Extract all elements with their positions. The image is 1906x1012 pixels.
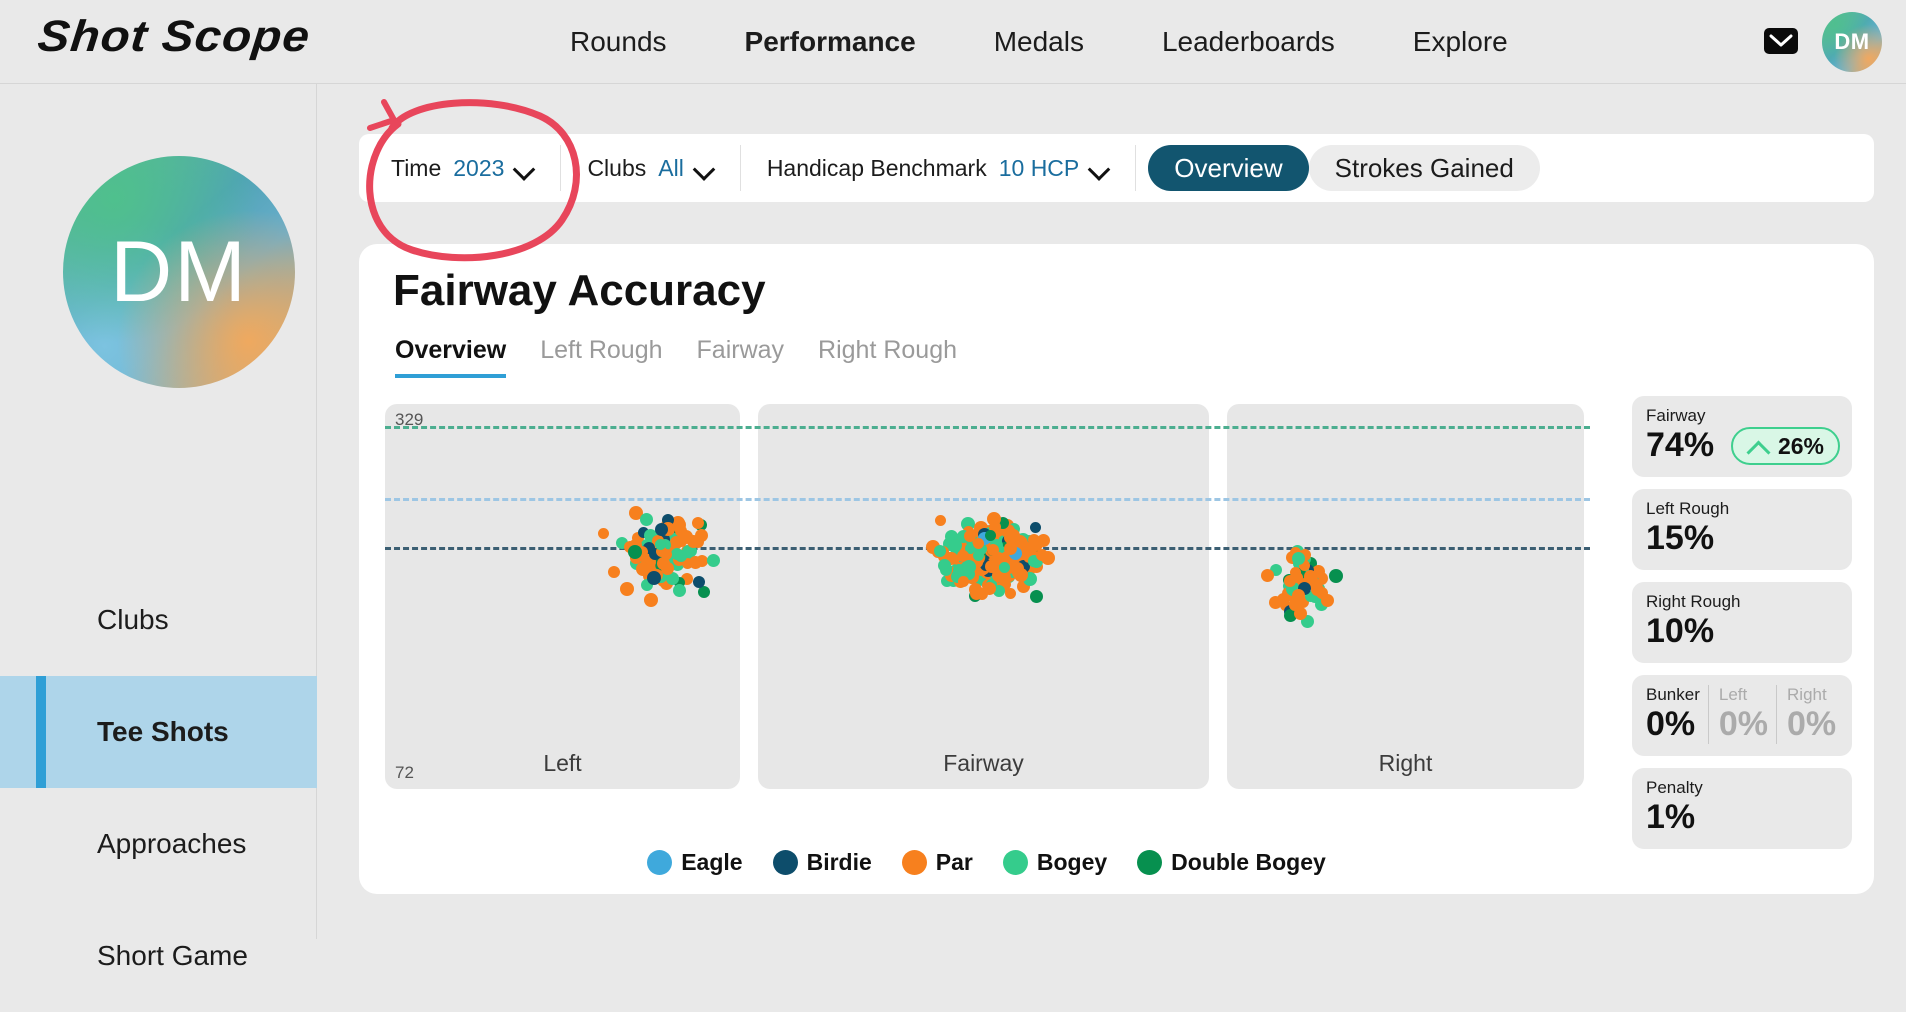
stat-value-left-rough: 15% xyxy=(1646,519,1715,558)
arrow-up-icon xyxy=(1747,440,1769,453)
legend-label-eagle: Eagle xyxy=(681,849,743,875)
legend-label-birdie: Birdie xyxy=(806,849,872,875)
legend-dot-birdie xyxy=(772,850,798,875)
filter-clubs-value: All xyxy=(658,154,684,181)
stat-card-left-rough[interactable]: Left Rough 15% xyxy=(1632,489,1852,571)
stat-card-bunker[interactable]: Bunker 0% Left 0% Right 0% xyxy=(1632,675,1852,757)
legend-dot-eagle xyxy=(647,850,673,875)
stat-card-right-rough[interactable]: Right Rough 10% xyxy=(1632,582,1852,664)
badge-value: 26% xyxy=(1777,432,1824,459)
filter-time-label: Time xyxy=(391,154,442,181)
main-content: Time 2023 Clubs All Handicap Benchmark 1… xyxy=(317,84,1906,939)
tab-fairway[interactable]: Fairway xyxy=(697,336,785,378)
stat-label-bunker-right: Right xyxy=(1787,685,1827,705)
avatar-initials-header: DM xyxy=(1834,29,1870,54)
stat-card-penalty[interactable]: Penalty 1% xyxy=(1632,768,1852,850)
panel-label-right: Right xyxy=(1378,750,1433,776)
legend-item-bogey: Bogey xyxy=(1002,849,1108,876)
scatter-plot-group: 329 72 Left Fairway Right xyxy=(385,404,1590,789)
filter-time-value: 2023 xyxy=(453,154,505,181)
legend-item-eagle: Eagle xyxy=(647,849,743,876)
stat-card-fairway[interactable]: Fairway 74% 26% xyxy=(1632,396,1852,478)
stat-value-bunker: 0% xyxy=(1646,705,1696,744)
shot-scope-logo[interactable]: Shot Scope xyxy=(35,12,312,62)
stat-label-fairway: Fairway xyxy=(1646,406,1706,425)
filter-bar: Time 2023 Clubs All Handicap Benchmark 1… xyxy=(359,134,1874,202)
panel-label-left: Left xyxy=(543,750,582,776)
filter-handicap-benchmark[interactable]: Handicap Benchmark 10 HCP xyxy=(741,145,1137,191)
view-toggle: Overview Strokes Gained xyxy=(1148,145,1540,191)
legend-dot-bogey xyxy=(1002,850,1028,875)
reference-line-benchmark-mid xyxy=(385,498,1590,501)
sidebar-item-short-game[interactable]: Short Game xyxy=(0,900,317,1012)
reference-line-player-average xyxy=(385,547,1590,550)
stat-label-right-rough: Right Rough xyxy=(1646,592,1741,612)
filter-clubs[interactable]: Clubs All xyxy=(561,145,741,191)
chevron-down-icon xyxy=(516,163,534,174)
sidebar-menu: Clubs Tee Shots Approaches Short Game xyxy=(0,564,317,1012)
scatter-panel-right[interactable]: Right xyxy=(1227,404,1584,789)
filter-time[interactable]: Time 2023 xyxy=(359,145,562,191)
panel-label-fairway: Fairway xyxy=(943,750,1024,776)
bunker-left: Left 0% xyxy=(1707,685,1776,745)
legend-dot-par xyxy=(901,850,927,875)
stat-value-right-rough: 10% xyxy=(1646,612,1715,651)
legend-label-bogey: Bogey xyxy=(1036,849,1108,875)
legend-label-double-bogey: Double Bogey xyxy=(1171,849,1326,875)
sidebar: DM Clubs Tee Shots Approaches Short Game xyxy=(0,84,317,971)
page-title: Fairway Accuracy xyxy=(393,266,766,315)
filter-handicap-value: 10 HCP xyxy=(998,154,1080,181)
card-tabs: Overview Left Rough Fairway Right Rough xyxy=(395,336,957,378)
legend-dot-double-bogey xyxy=(1137,850,1163,875)
stat-label-bunker: Bunker xyxy=(1646,685,1700,705)
top-navigation-bar: Shot Scope Rounds Performance Medals Lea… xyxy=(0,0,1906,84)
stat-label-penalty: Penalty xyxy=(1646,778,1703,798)
main-nav: Rounds Performance Medals Leaderboards E… xyxy=(570,0,1508,84)
user-avatar-sidebar[interactable]: DM xyxy=(63,156,295,388)
toggle-strokes-gained[interactable]: Strokes Gained xyxy=(1308,145,1540,191)
sidebar-item-approaches[interactable]: Approaches xyxy=(0,788,317,900)
nav-item-performance[interactable]: Performance xyxy=(745,26,916,58)
stat-label-bunker-left: Left xyxy=(1718,685,1748,705)
stats-panel: Fairway 74% 26% Left Rough 15% Right Rou… xyxy=(1632,396,1852,861)
toggle-overview[interactable]: Overview xyxy=(1148,145,1309,191)
bunker-right: Right 0% xyxy=(1776,685,1844,745)
sidebar-item-tee-shots[interactable]: Tee Shots xyxy=(0,676,317,788)
user-avatar-header[interactable]: DM xyxy=(1822,12,1882,72)
legend-item-par: Par xyxy=(901,849,973,876)
chevron-down-icon xyxy=(696,163,714,174)
nav-item-medals[interactable]: Medals xyxy=(994,26,1084,58)
stat-value-penalty: 1% xyxy=(1646,798,1696,837)
nav-item-rounds[interactable]: Rounds xyxy=(570,26,667,58)
envelope-icon[interactable] xyxy=(1764,28,1798,54)
stat-value-bunker-right: 0% xyxy=(1787,705,1837,744)
scatter-panel-left[interactable]: 329 72 Left xyxy=(385,404,740,789)
bunker-total: Bunker 0% xyxy=(1646,685,1708,744)
sidebar-item-clubs[interactable]: Clubs xyxy=(0,564,317,676)
stat-label-left-rough: Left Rough xyxy=(1646,499,1730,519)
stat-value-bunker-left: 0% xyxy=(1718,705,1769,744)
filter-clubs-label: Clubs xyxy=(587,154,647,181)
legend-item-double-bogey: Double Bogey xyxy=(1137,849,1326,876)
legend-item-birdie: Birdie xyxy=(772,849,872,876)
avatar-initials-sidebar: DM xyxy=(110,223,248,320)
tab-right-rough[interactable]: Right Rough xyxy=(818,336,957,378)
chevron-down-icon xyxy=(1091,163,1109,174)
reference-line-benchmark-long xyxy=(385,426,1590,429)
chart-legend: Eagle Birdie Par Bogey Double Bogey xyxy=(359,849,1614,876)
tab-overview[interactable]: Overview xyxy=(395,336,507,378)
filter-handicap-label: Handicap Benchmark xyxy=(766,154,987,181)
status-badge-fairway-delta: 26% xyxy=(1730,427,1840,466)
legend-label-par: Par xyxy=(935,849,973,875)
tab-left-rough[interactable]: Left Rough xyxy=(540,336,662,378)
nav-item-explore[interactable]: Explore xyxy=(1413,26,1508,58)
fairway-accuracy-card: Fairway Accuracy Overview Left Rough Fai… xyxy=(359,244,1874,894)
nav-item-leaderboards[interactable]: Leaderboards xyxy=(1162,26,1335,58)
scatter-panel-fairway[interactable]: Fairway xyxy=(758,404,1209,789)
